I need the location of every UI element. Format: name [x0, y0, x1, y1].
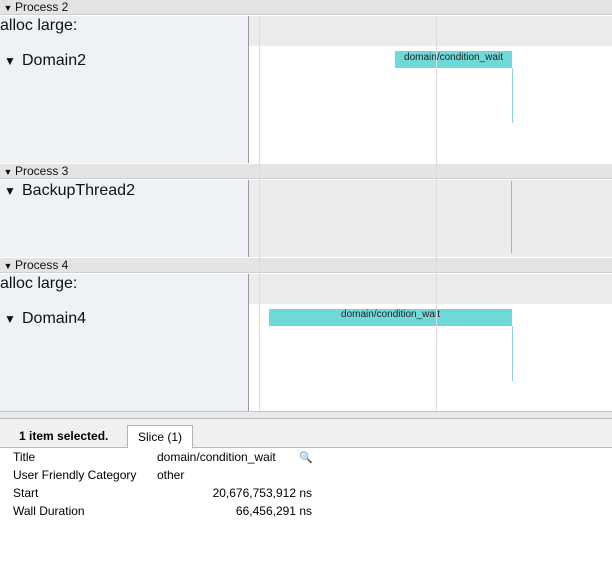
- alloc-label: alloc large:: [0, 17, 78, 34]
- tab-slice[interactable]: Slice (1): [127, 425, 194, 448]
- process-title: Process 3: [15, 164, 69, 178]
- selection-summary: 1 item selected.: [19, 429, 109, 443]
- slice-domain-condition-wait[interactable]: domain/condition_wait: [269, 309, 512, 326]
- alloc-track-process-4: [249, 274, 612, 304]
- expand-triangle-icon[interactable]: ▼: [3, 259, 13, 273]
- process-title: Process 4: [15, 258, 69, 272]
- track-label-column-process-4: [0, 274, 249, 411]
- detail-label-start: Start: [13, 486, 39, 500]
- process-title: Process 2: [15, 0, 69, 14]
- thread-name: BackupThread2: [22, 182, 135, 199]
- detail-label-title: Title: [13, 450, 36, 464]
- thread-activity-marker: [511, 181, 512, 253]
- search-icon[interactable]: 🔍: [299, 451, 313, 464]
- slice-end-marker: [512, 68, 513, 123]
- detail-value-title: domain/condition_wait: [157, 450, 276, 464]
- thread-label-domain2[interactable]: ▼ Domain2: [4, 52, 86, 70]
- slice-domain-condition-wait[interactable]: domain/condition_wait: [395, 51, 512, 68]
- detail-label-category: User Friendly Category: [13, 468, 137, 482]
- timeline-grid-line: [436, 16, 437, 411]
- detail-value-start: 20,676,753,912 ns: [212, 486, 312, 500]
- detail-label-wall-duration: Wall Duration: [13, 504, 85, 518]
- detail-value-category: other: [157, 468, 185, 482]
- alloc-label: alloc large:: [0, 275, 78, 292]
- analysis-panel: 1 item selected. Slice (1) Title domain/…: [0, 418, 612, 571]
- expand-triangle-icon[interactable]: ▼: [3, 165, 13, 179]
- expand-triangle-icon[interactable]: ▼: [4, 312, 16, 326]
- track-label-column-process-2: [0, 16, 249, 163]
- process-header-3[interactable]: ▼ Process 3: [0, 164, 612, 179]
- expand-triangle-icon[interactable]: ▼: [4, 184, 16, 198]
- thread-name: Domain4: [22, 310, 87, 327]
- analysis-tab-bar: 1 item selected. Slice (1): [0, 419, 612, 448]
- thread-track-backupthread2: [249, 180, 612, 257]
- thread-name: Domain2: [22, 52, 87, 69]
- thread-label-backupthread2[interactable]: ▼ BackupThread2: [4, 182, 135, 200]
- expand-triangle-icon[interactable]: ▼: [3, 1, 13, 15]
- slice-end-marker: [512, 326, 513, 381]
- process-header-4[interactable]: ▼ Process 4: [0, 258, 612, 273]
- thread-label-domain4[interactable]: ▼ Domain4: [4, 310, 86, 328]
- timeline-grid-line: [259, 16, 260, 411]
- alloc-track-process-2: [249, 16, 612, 46]
- expand-triangle-icon[interactable]: ▼: [4, 54, 16, 68]
- process-header-2[interactable]: ▼ Process 2: [0, 0, 612, 15]
- detail-value-wall-duration: 66,456,291 ns: [235, 504, 312, 518]
